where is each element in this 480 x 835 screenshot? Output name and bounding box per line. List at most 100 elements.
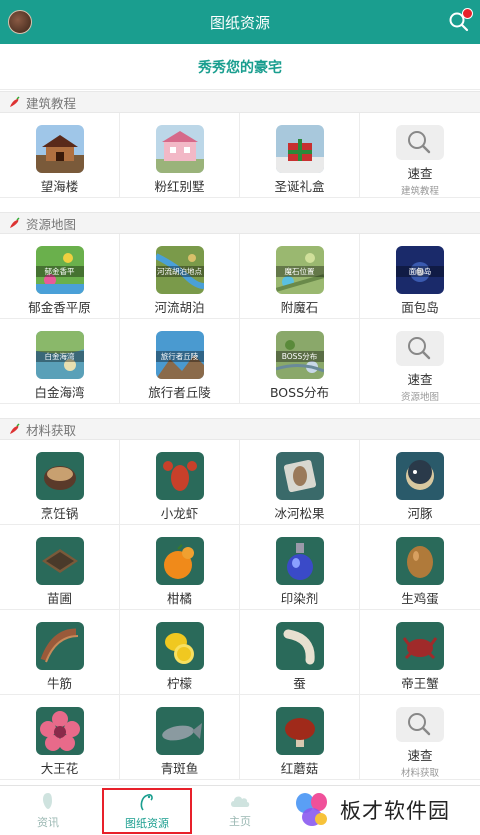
grid-item-map-enchant[interactable]: 魔石位置 附魔石 xyxy=(240,234,360,319)
map-enchant-thumbnail: 魔石位置 xyxy=(275,246,324,294)
pinecone-thumbnail xyxy=(275,452,324,500)
grid-item-label: 粉红别墅 xyxy=(154,179,205,194)
grid-item-orange[interactable]: 柑橘 xyxy=(120,525,240,610)
grid-item-label: 白金海湾 xyxy=(34,385,85,400)
grid-item-crayfish[interactable]: 小龙虾 xyxy=(120,440,240,525)
grid-item-rafflesia[interactable]: 大王花 xyxy=(0,695,120,780)
nav-item-blueprint[interactable]: 图纸资源 xyxy=(102,788,192,834)
thumbnail-caption: 旅行者丘陵 xyxy=(155,351,204,362)
chili-icon xyxy=(10,217,20,228)
grid-item-building-christmas[interactable]: 圣诞礼盒 xyxy=(240,113,360,198)
nursery-thumbnail xyxy=(35,537,84,585)
grid-item-label: 蚕 xyxy=(293,676,306,691)
red-mushroom-thumbnail xyxy=(275,707,324,755)
grid-item-tendon[interactable]: 牛筋 xyxy=(0,610,120,695)
grid-item-label: 印染剂 xyxy=(280,591,319,606)
grid-item-pinecone[interactable]: 冰河松果 xyxy=(240,440,360,525)
thumbnail-caption: 面包岛 xyxy=(396,266,444,277)
grid-item-label: 冰河松果 xyxy=(274,506,325,521)
section-title: 资源地图 xyxy=(26,216,77,232)
thumbnail-caption: BOSS分布 xyxy=(275,351,324,362)
silkworm-thumbnail xyxy=(275,622,324,670)
grid-item-label: 苗圃 xyxy=(46,591,72,606)
grid-item-lemon[interactable]: 柠檬 xyxy=(120,610,240,695)
avatar[interactable] xyxy=(8,10,32,34)
notification-dot xyxy=(462,8,473,19)
grid-item-sublabel: 资源地图 xyxy=(400,392,439,403)
watermark-text: 板才软件园 xyxy=(340,799,450,823)
grid-item-map-river[interactable]: 河流胡泊地点河流胡泊 xyxy=(120,234,240,319)
map-tulip-thumbnail: 郁金香平 xyxy=(35,246,84,294)
section-header-map: 资源地图 xyxy=(0,212,480,234)
thumbnail-caption: 郁金香平 xyxy=(35,266,84,277)
grid-map: 郁金香平 郁金香平原 河流胡泊地点 河流胡泊 魔石位置 附魔石 面包岛 面包岛 白金海湾 白金海湾… xyxy=(0,234,480,404)
map-bread-thumbnail: 面包岛 xyxy=(396,246,444,294)
grid-item-silkworm[interactable]: 蚕 xyxy=(240,610,360,695)
grid-item-sublabel: 材料获取 xyxy=(400,768,439,779)
grid-item-label: 大王花 xyxy=(40,761,79,776)
grid-item-label: 柑橘 xyxy=(166,591,192,606)
grid-item-map-bread[interactable]: 面包岛 面包岛 xyxy=(360,234,480,319)
grid-item-label: 烹饪锅 xyxy=(40,506,79,521)
grid-item-grouper[interactable]: 青斑鱼 xyxy=(120,695,240,780)
page-title: 图纸资源 xyxy=(209,13,270,32)
section-header-material: 材料获取 xyxy=(0,418,480,440)
building-villa-thumbnail xyxy=(155,125,204,173)
egg-thumbnail xyxy=(396,537,444,585)
grid-item-label: 柠檬 xyxy=(166,676,192,691)
grid-item-building-temple[interactable]: 望海楼 xyxy=(0,113,120,198)
tendon-thumbnail xyxy=(35,622,84,670)
grid-item-label: 牛筋 xyxy=(46,676,72,691)
grid-item-sublabel: 建筑教程 xyxy=(400,186,439,197)
grid-item-pufferfish[interactable]: 河豚 xyxy=(360,440,480,525)
crayfish-thumbnail xyxy=(155,452,204,500)
showcase-banner[interactable]: 秀秀您的豪宅 xyxy=(0,44,480,90)
grid-item-label: 帝王蟹 xyxy=(401,676,439,691)
grid-item-map-hills[interactable]: 旅行者丘陵 旅行者丘陵 xyxy=(120,319,240,404)
nav-label: 资讯 xyxy=(37,816,59,829)
grid-item-label: 红蘑菇 xyxy=(280,761,319,776)
cooking-pot-thumbnail xyxy=(35,452,84,500)
grid-item-label: 小龙虾 xyxy=(160,506,199,521)
grid-item-red-mushroom[interactable]: 红蘑菇 xyxy=(240,695,360,780)
grid-item-map-tulip[interactable]: 郁金香平 郁金香平原 xyxy=(0,234,120,319)
grid-building: 望海楼 粉红别墅 圣诞礼盒 速查建筑教程 xyxy=(0,113,480,198)
grid-item-label: 河流胡泊 xyxy=(154,300,205,315)
grid-item-map-boss[interactable]: BOSS分布 BOSS分布 xyxy=(240,319,360,404)
grid-item-label: 郁金香平原 xyxy=(28,300,91,315)
lemon-thumbnail xyxy=(155,622,204,670)
orange-thumbnail xyxy=(155,537,204,585)
nav-label: 主页 xyxy=(229,815,251,828)
grid-item-label: 望海楼 xyxy=(40,179,79,194)
banner-text: 秀秀您的豪宅 xyxy=(198,59,282,76)
building-christmas-thumbnail xyxy=(275,125,324,173)
grid-item-label: 速查 xyxy=(407,166,433,181)
grid-item-map-bay[interactable]: 白金海湾 白金海湾 xyxy=(0,319,120,404)
grid-item-label: 速查 xyxy=(407,748,433,763)
thumbnail-caption: 河流胡泊地点 xyxy=(155,266,204,277)
building-temple-thumbnail xyxy=(35,125,84,173)
grid-item-cooking-pot[interactable]: 烹饪锅 xyxy=(0,440,120,525)
grid-item-nursery[interactable]: 苗圃 xyxy=(0,525,120,610)
map-boss-thumbnail: BOSS分布 xyxy=(275,331,324,379)
grid-item-search-icon[interactable]: 速查 材料获取 xyxy=(360,695,480,780)
search-icon xyxy=(396,707,444,742)
grid-material: 烹饪锅 小龙虾 冰河松果 河豚苗圃 柑橘 印染剂 生鸡蛋牛筋 柠檬 蚕 帝王蟹大王花 青斑鱼 红蘑菇 速… xyxy=(0,440,480,780)
grid-item-king-crab[interactable]: 帝王蟹 xyxy=(360,610,480,695)
grid-item-label: 附魔石 xyxy=(280,300,319,315)
section-title: 建筑教程 xyxy=(26,95,77,111)
grid-item-search-icon[interactable]: 速查 建筑教程 xyxy=(360,113,480,198)
grid-item-egg[interactable]: 生鸡蛋 xyxy=(360,525,480,610)
section-title: 材料获取 xyxy=(26,422,77,438)
grid-item-label: BOSS分布 xyxy=(269,385,330,400)
nav-item-info[interactable]: 资讯 xyxy=(0,786,96,835)
grid-item-dye-bottle[interactable]: 印染剂 xyxy=(240,525,360,610)
nav-label: 图纸资源 xyxy=(125,816,169,830)
thumbnail-caption: 魔石位置 xyxy=(275,266,324,277)
dye-bottle-thumbnail xyxy=(275,537,324,585)
thumbnail-caption: 白金海湾 xyxy=(35,351,84,362)
grid-item-building-villa[interactable]: 粉红别墅 xyxy=(120,113,240,198)
grid-item-search-icon[interactable]: 速查 资源地图 xyxy=(360,319,480,404)
nav-item-home[interactable]: 主页 xyxy=(192,786,288,835)
grid-item-label: 生鸡蛋 xyxy=(401,591,439,606)
